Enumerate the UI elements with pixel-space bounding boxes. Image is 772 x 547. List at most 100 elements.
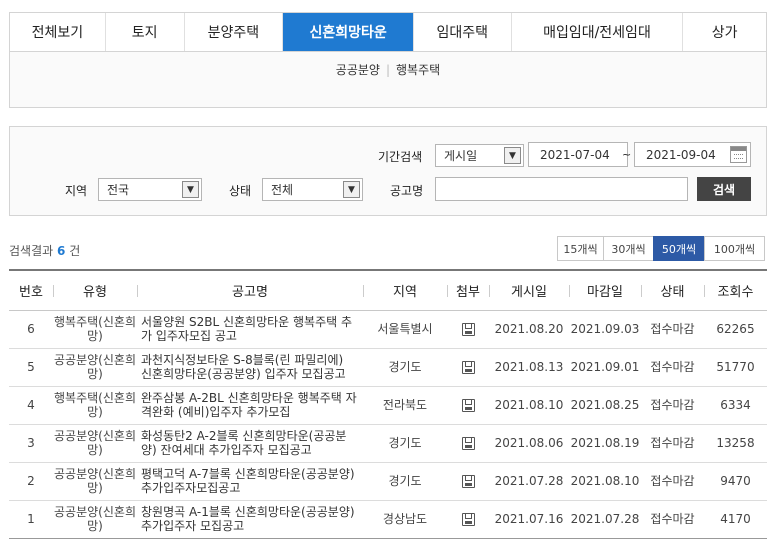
row-title-link[interactable]: 창원명곡 A-1블록 신혼희망타운(공공분양) 추가입주자 모집공고 [137, 500, 363, 538]
row-attachment[interactable] [447, 310, 489, 348]
row-deadline: 2021.09.01 [570, 360, 640, 374]
page-size-100[interactable]: 100개씩 [704, 236, 765, 261]
file-icon[interactable] [461, 437, 475, 450]
page-size-15[interactable]: 15개씩 [557, 236, 604, 261]
tab-land[interactable]: 토지 [106, 13, 185, 51]
row-deadline: 2021.08.19 [570, 436, 640, 450]
row-status: 접수마감 [650, 436, 695, 450]
table-row[interactable]: 3 공공분양(신혼희망) 화성동탄2 A-2블록 신혼희망타운(공공분양) 잔여… [9, 424, 767, 462]
subtab-happy-housing[interactable]: 행복주택 [396, 63, 440, 77]
row-number: 4 [27, 398, 35, 412]
status-value: 전체 [271, 183, 294, 197]
subtabs: 공공분양 | 행복주택 [10, 61, 766, 78]
row-status: 접수마감 [650, 474, 695, 488]
row-views: 4170 [720, 512, 751, 526]
status-select[interactable]: 전체 ▼ [262, 178, 363, 201]
row-type: 공공분양(신혼희망) [54, 429, 136, 457]
table-row[interactable]: 6 행복주택(신혼희망) 서울양원 S2BL 신혼희망타운 행복주택 추가 입주… [9, 310, 767, 348]
file-icon[interactable] [461, 475, 475, 488]
row-number: 3 [27, 436, 35, 450]
row-title-link[interactable]: 과천지식정보타운 S-8블록(린 파밀리에) 신혼희망타운(공공분양) 입주자 … [137, 348, 363, 386]
search-button[interactable]: 검색 [697, 177, 751, 201]
subtab-divider: | [385, 63, 391, 77]
file-icon[interactable] [461, 361, 475, 374]
file-icon[interactable] [461, 399, 475, 412]
status-label: 상태 [229, 184, 252, 198]
result-count-prefix: 검색결과 [9, 244, 54, 258]
row-title-link[interactable]: 완주삼봉 A-2BL 신혼희망타운 행복주택 자격완화 (예비)입주자 추가모집 [137, 386, 363, 424]
row-posted-date: 2021.08.10 [494, 398, 564, 412]
row-type: 공공분양(신혼희망) [54, 467, 136, 495]
page-size-30[interactable]: 30개씩 [603, 236, 654, 261]
calendar-icon[interactable] [730, 146, 747, 163]
page-size-50[interactable]: 50개씩 [653, 236, 705, 261]
row-posted-date: 2021.08.06 [494, 436, 564, 450]
region-select[interactable]: 전국 ▼ [98, 178, 202, 201]
row-status: 접수마감 [650, 360, 695, 374]
row-type: 행복주택(신혼희망) [54, 315, 136, 343]
date-to-field[interactable]: 2021-09-04 [634, 142, 751, 167]
chevron-down-icon: ▼ [182, 181, 199, 198]
result-count-number: 6 [57, 244, 66, 258]
region-label: 지역 [65, 184, 88, 198]
search-panel: 기간검색 게시일 ▼ 2021-07-04 ~ 2021-09-04 지역 전국… [9, 126, 767, 216]
row-posted-date: 2021.07.16 [494, 512, 564, 526]
tab-all[interactable]: 전체보기 [10, 13, 106, 51]
row-deadline: 2021.08.25 [570, 398, 640, 412]
column-header: 번호 [9, 269, 53, 311]
row-views: 62265 [716, 322, 755, 336]
row-number: 6 [27, 322, 35, 336]
row-title-link[interactable]: 서울양원 S2BL 신혼희망타운 행복주택 추가 입주자모집 공고 [137, 310, 363, 348]
table-row[interactable]: 5 공공분양(신혼희망) 과천지식정보타운 S-8블록(린 파밀리에) 신혼희망… [9, 348, 767, 386]
row-status: 접수마감 [650, 398, 695, 412]
tab-purchase-rental[interactable]: 매입임대/전세임대 [512, 13, 684, 51]
row-attachment[interactable] [447, 424, 489, 462]
row-posted-date: 2021.07.28 [494, 474, 564, 488]
subtab-public-sale[interactable]: 공공분양 [336, 63, 380, 77]
tab-commercial[interactable]: 상가 [683, 13, 766, 51]
period-type-select[interactable]: 게시일 ▼ [435, 144, 524, 167]
row-region: 경상남도 [382, 512, 428, 526]
table-row[interactable]: 2 공공분양(신혼희망) 평택고덕 A-7블록 신혼희망타운(공공분양) 추가입… [9, 462, 767, 500]
row-type: 공공분양(신혼희망) [54, 353, 136, 381]
result-count: 검색결과 6 건 [9, 242, 80, 259]
row-status: 접수마감 [650, 322, 695, 336]
row-region: 서울특별시 [377, 322, 433, 336]
row-title-link[interactable]: 평택고덕 A-7블록 신혼희망타운(공공분양) 추가입주자모집공고 [137, 462, 363, 500]
row-status: 접수마감 [650, 512, 695, 526]
date-from-field[interactable]: 2021-07-04 [528, 142, 628, 167]
row-posted-date: 2021.08.20 [494, 322, 564, 336]
row-title-link[interactable]: 화성동탄2 A-2블록 신혼희망타운(공공분양) 잔여세대 추가입주자 모집공고 [137, 424, 363, 462]
file-icon[interactable] [461, 323, 475, 336]
row-attachment[interactable] [447, 500, 489, 538]
date-separator: ~ [622, 148, 632, 161]
column-header: 조회수 [704, 269, 767, 311]
row-deadline: 2021.08.10 [570, 474, 640, 488]
row-region: 전라북도 [382, 398, 428, 412]
column-header: 공고명 [137, 269, 363, 311]
row-attachment[interactable] [447, 386, 489, 424]
column-header: 첨부 [447, 269, 489, 311]
period-type-value: 게시일 [444, 149, 478, 163]
title-search-input[interactable] [435, 177, 688, 201]
category-tabs: 전체보기 토지 분양주택 신혼희망타운 임대주택 매입임대/전세임대 상가 [9, 12, 767, 52]
tab-rental-housing[interactable]: 임대주택 [414, 13, 512, 51]
result-count-suffix: 건 [69, 244, 81, 258]
region-value: 전국 [107, 183, 130, 197]
row-views: 51770 [716, 360, 755, 374]
table-row[interactable]: 4 행복주택(신혼희망) 완주삼봉 A-2BL 신혼희망타운 행복주택 자격완화… [9, 386, 767, 424]
table-row[interactable]: 1 공공분양(신혼희망) 창원명곡 A-1블록 신혼희망타운(공공분양) 추가입… [9, 500, 767, 538]
date-to-value: 2021-09-04 [646, 147, 716, 162]
file-icon[interactable] [461, 513, 475, 526]
row-deadline: 2021.07.28 [570, 512, 640, 526]
row-attachment[interactable] [447, 348, 489, 386]
subtab-panel: 공공분양 | 행복주택 [9, 52, 767, 108]
title-label: 공고명 [390, 184, 424, 198]
page-size-options: 15개씩 30개씩 50개씩 100개씩 [557, 236, 765, 261]
tab-sale-housing[interactable]: 분양주택 [185, 13, 284, 51]
date-from-value: 2021-07-04 [540, 147, 610, 162]
row-attachment[interactable] [447, 462, 489, 500]
column-header: 유형 [53, 269, 137, 311]
tab-newlywed-town[interactable]: 신혼희망타운 [283, 13, 414, 51]
row-region: 경기도 [388, 474, 422, 488]
